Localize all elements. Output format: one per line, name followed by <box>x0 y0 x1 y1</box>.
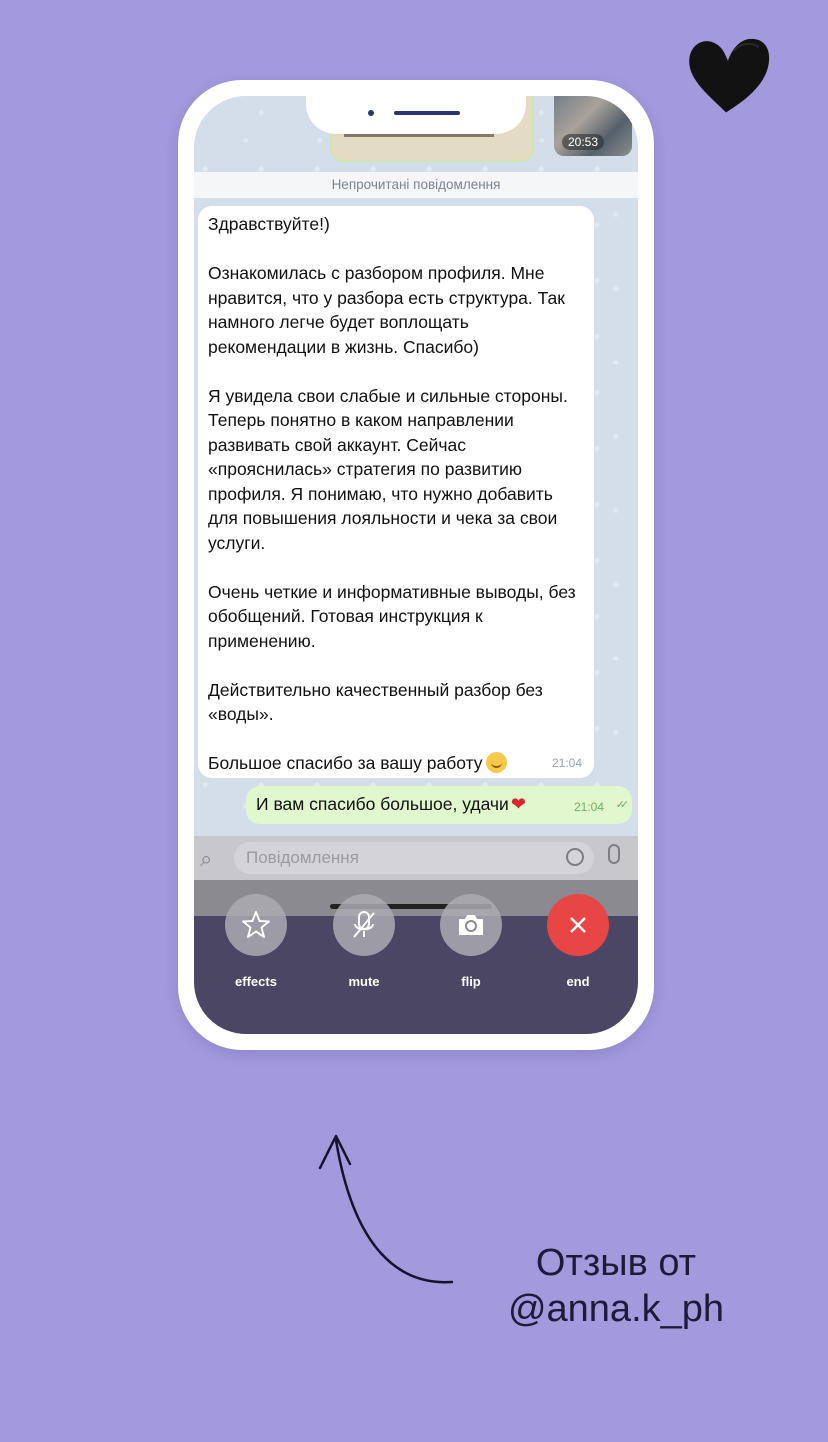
effects-button[interactable] <box>225 894 287 956</box>
phone-notch <box>306 96 526 134</box>
end-call-button[interactable] <box>547 894 609 956</box>
speaker-bar <box>394 111 460 115</box>
camera-dot <box>368 110 374 116</box>
message-input[interactable] <box>234 842 594 874</box>
curved-arrow-icon <box>318 1134 454 1284</box>
phone-screen: 20:53 Непрочитані повідомлення Здравству… <box>194 96 638 1034</box>
flip-label: flip <box>461 974 481 989</box>
previous-message-time: 20:53 <box>562 134 605 150</box>
phone-frame: 20:53 Непрочитані повідомлення Здравству… <box>178 80 654 1050</box>
mute-label: mute <box>348 974 380 989</box>
previous-message-line <box>344 134 494 137</box>
unread-messages-divider: Непрочитані повідомлення <box>194 172 638 198</box>
message-input-bar: ⌕ <box>194 836 638 880</box>
outgoing-message-text: И вам спасибо большое, удачи ❤ <box>256 794 526 815</box>
incoming-message-body: Здравствуйте!) Ознакомилась с разбором п… <box>208 214 576 773</box>
incoming-message-bubble[interactable]: Здравствуйте!) Ознакомилась с разбором п… <box>198 206 594 778</box>
call-controls-panel: effects mute flip end <box>194 880 638 1034</box>
paperclip-icon[interactable]: ⌕ <box>200 846 212 872</box>
outgoing-message-body: И вам спасибо большое, удачи <box>256 794 509 814</box>
microphone-icon[interactable] <box>608 844 620 864</box>
caption-line-1: Отзыв от <box>535 1242 697 1284</box>
camera-flip-icon <box>459 915 483 935</box>
chat-area[interactable]: 20:53 Непрочитані повідомлення Здравству… <box>194 96 638 836</box>
incoming-message-time: 21:04 <box>551 756 582 770</box>
close-icon <box>570 917 586 933</box>
star-effects-icon <box>242 911 270 938</box>
outgoing-message-bubble[interactable]: И вам спасибо большое, удачи ❤ 21:04 ✓✓ <box>246 786 632 824</box>
outgoing-message-time: 21:04 <box>573 800 604 814</box>
incoming-message-text: Здравствуйте!) Ознакомилась с разбором п… <box>208 212 580 776</box>
flip-button[interactable] <box>440 894 502 956</box>
smiling-face-emoji-icon <box>485 752 507 773</box>
mute-button[interactable] <box>333 894 395 956</box>
caption-author-handle: @anna.k_ph <box>507 1288 725 1330</box>
sticker-icon[interactable] <box>566 848 584 866</box>
effects-label: effects <box>235 974 277 989</box>
red-heart-emoji-icon: ❤ <box>510 794 526 814</box>
review-caption: Отзыв от @anna.k_ph <box>486 1240 746 1332</box>
microphone-muted-icon <box>353 911 375 938</box>
end-label: end <box>566 974 590 989</box>
read-checkmarks-icon: ✓✓ <box>615 799 630 811</box>
heart-decoration-icon <box>689 38 770 113</box>
